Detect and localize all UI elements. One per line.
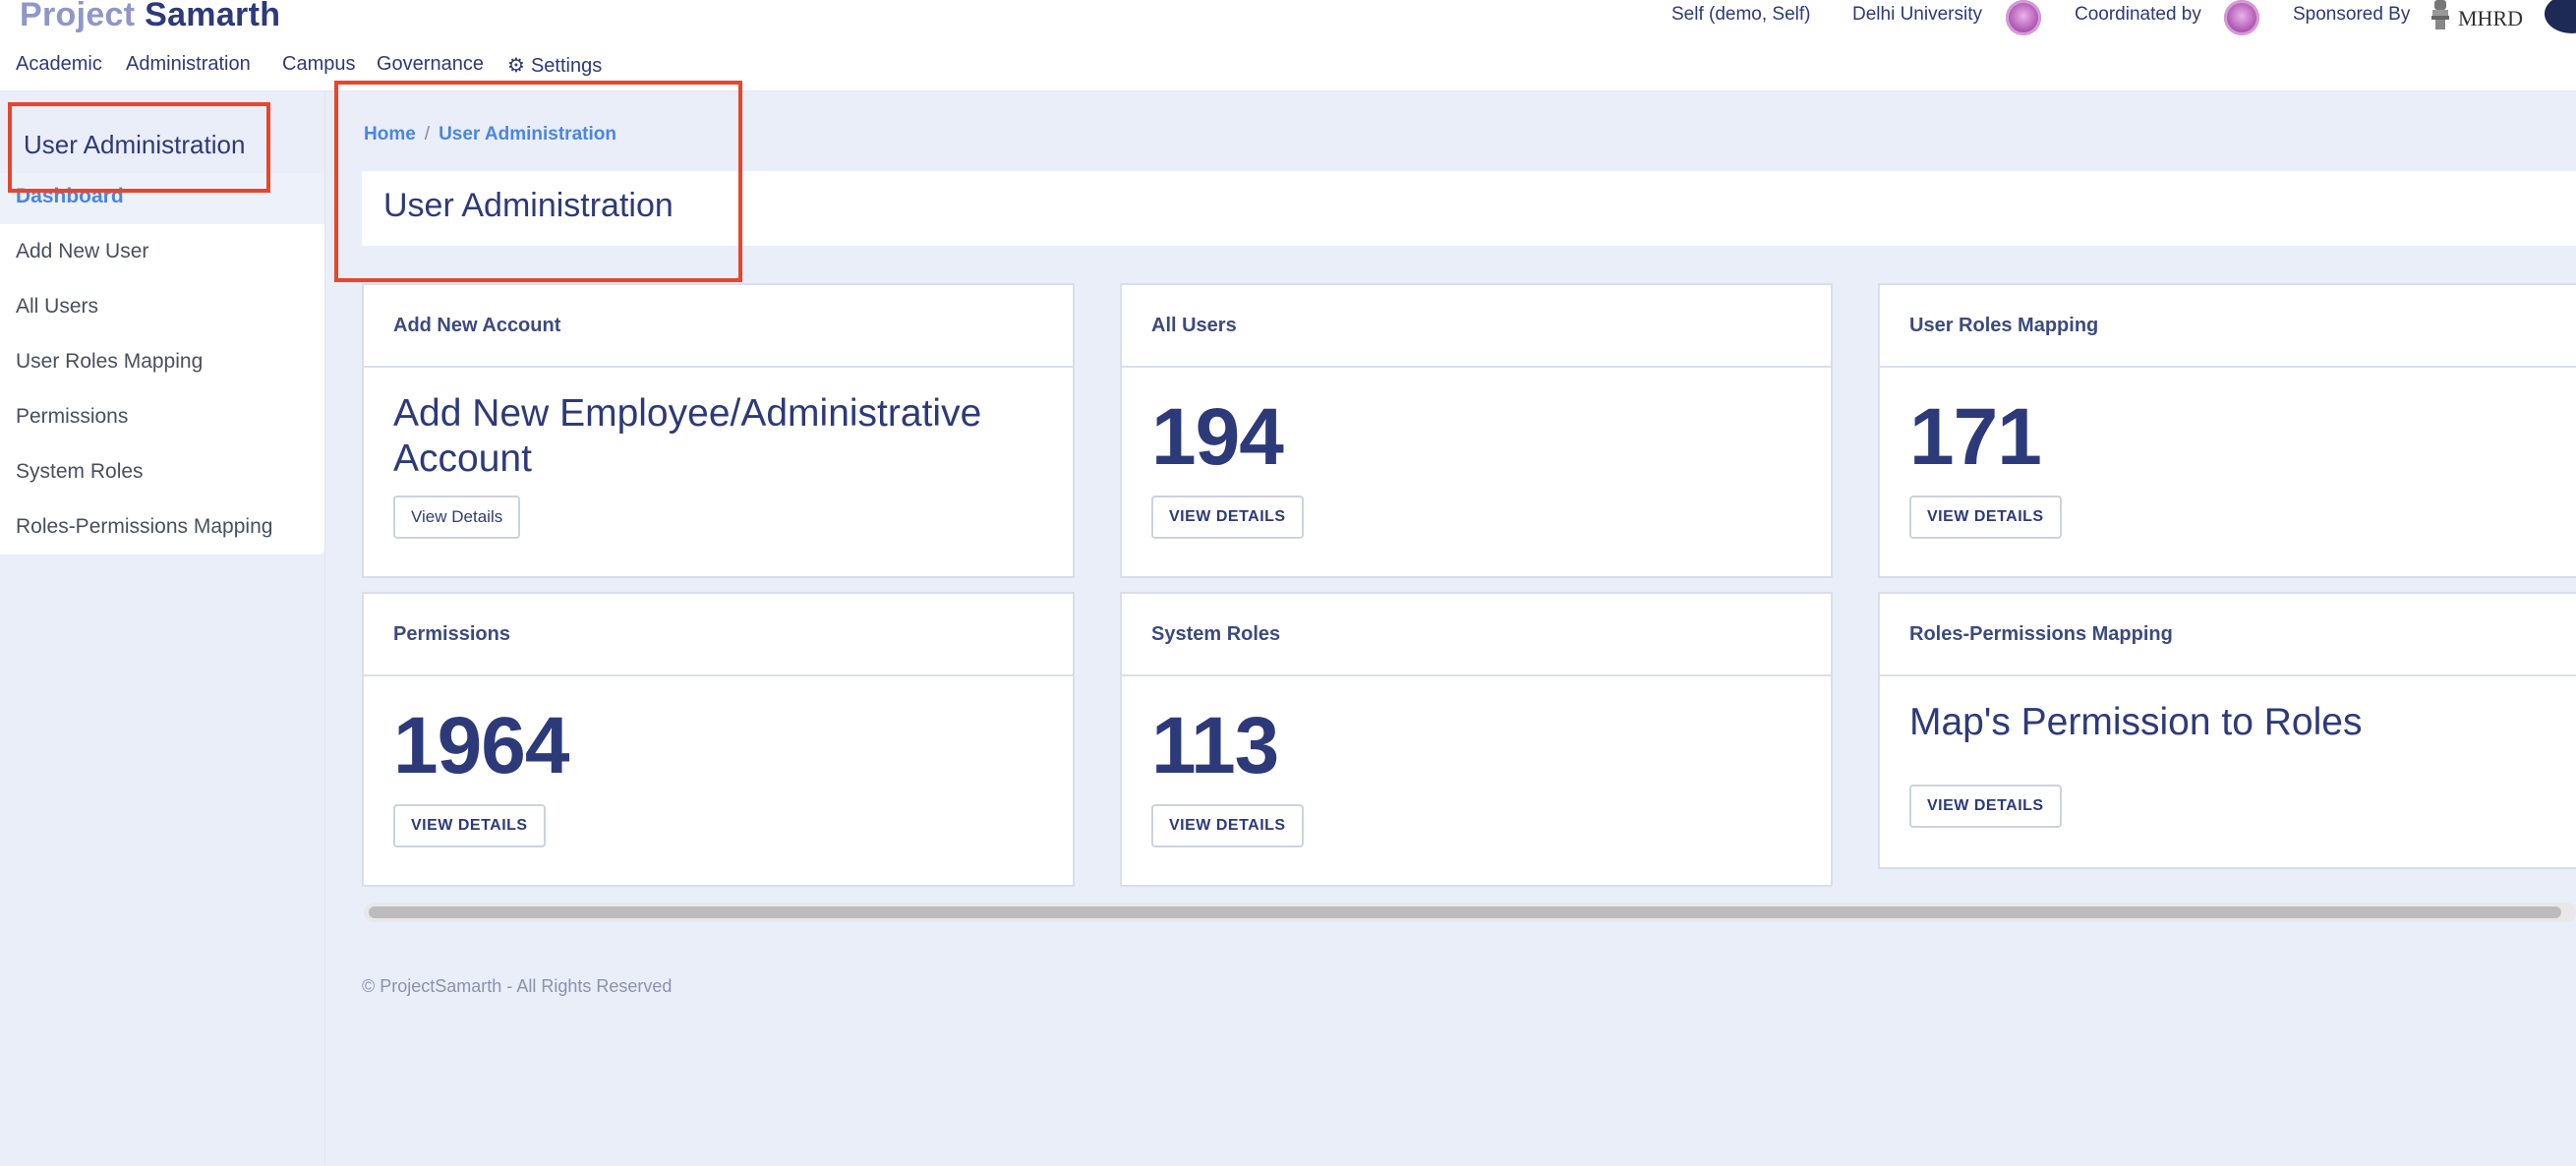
card-add-new-account: Add New Account Add New Employee/Adminis…	[362, 283, 1075, 578]
card-header: System Roles	[1122, 594, 1831, 676]
card-header-label: Add New Account	[393, 315, 561, 336]
user-avatar[interactable]	[2545, 0, 2576, 33]
view-details-button[interactable]: VIEW DETAILS	[1909, 785, 2062, 828]
card-header: Add New Account	[364, 285, 1073, 368]
view-details-button[interactable]: VIEW DETAILS	[1151, 496, 1304, 539]
breadcrumb-home[interactable]: Home	[364, 124, 416, 145]
card-header-label: Roles-Permissions Mapping	[1909, 623, 2173, 645]
national-emblem-icon	[2431, 0, 2449, 29]
card-description: Map's Permission to Roles	[1909, 701, 2363, 743]
card-header-label: Permissions	[393, 623, 510, 645]
card-count: 113	[1151, 701, 1279, 790]
nav-item-governance[interactable]: Governance	[377, 53, 484, 76]
sponsored-by-label: Sponsored By	[2293, 4, 2411, 25]
card-count: 171	[1909, 392, 2042, 482]
card-count: 194	[1151, 392, 1284, 482]
sidebar-title: User Administration	[24, 130, 246, 159]
sidebar-item-all-users[interactable]: All Users	[16, 295, 98, 319]
main-navigation: Academic Administration Campus Governanc…	[0, 43, 2576, 91]
brand-logo[interactable]: Project Samarth	[20, 0, 280, 34]
page-title: User Administration	[383, 187, 673, 224]
card-header: Roles-Permissions Mapping	[1880, 594, 2576, 676]
brand-part-1: Project	[20, 0, 136, 33]
breadcrumb-separator: /	[424, 124, 431, 145]
card-header-label: System Roles	[1151, 623, 1281, 645]
university-seal-icon	[2006, 0, 2041, 35]
card-roles-permissions-mapping: Roles-Permissions Mapping Map's Permissi…	[1878, 592, 2576, 869]
card-all-users: All Users 194 VIEW DETAILS	[1120, 283, 1833, 578]
university-name: Delhi University	[1852, 4, 1982, 25]
nav-item-campus[interactable]: Campus	[282, 53, 355, 76]
nav-item-administration[interactable]: Administration	[126, 53, 251, 76]
top-header: Project Samarth Self (demo, Self) Delhi …	[0, 0, 2576, 44]
breadcrumb: Home / User Administration	[364, 124, 616, 146]
card-header: All Users	[1122, 285, 1831, 368]
card-header-label: User Roles Mapping	[1909, 315, 2099, 336]
sidebar-item-permissions[interactable]: Permissions	[16, 405, 128, 429]
sidebar-item-add-new-user[interactable]: Add New User	[16, 240, 148, 263]
sidebar-item-user-roles-mapping[interactable]: User Roles Mapping	[16, 350, 203, 374]
view-details-button[interactable]: VIEW DETAILS	[1909, 496, 2062, 539]
coordinated-by-label: Coordinated by	[2075, 4, 2201, 25]
footer-copyright: © ProjectSamarth - All Rights Reserved	[362, 976, 673, 996]
card-count: 1964	[393, 701, 569, 790]
sidebar-item-roles-permissions-mapping[interactable]: Roles-Permissions Mapping	[16, 515, 272, 539]
coordinator-seal-icon	[2224, 0, 2259, 35]
card-system-roles: System Roles 113 VIEW DETAILS	[1120, 592, 1833, 887]
gear-icon: ⚙	[507, 55, 525, 77]
card-header: Permissions	[364, 594, 1073, 676]
nav-item-academic[interactable]: Academic	[16, 53, 102, 76]
sidebar-item-dashboard[interactable]: Dashboard	[16, 185, 124, 208]
card-user-roles-mapping: User Roles Mapping 171 VIEW DETAILS	[1878, 283, 2576, 578]
user-menu[interactable]: Self (demo, Self)	[1671, 4, 1811, 26]
card-permissions: Permissions 1964 VIEW DETAILS	[362, 592, 1075, 887]
brand-part-2: Samarth	[145, 0, 281, 33]
sidebar-item-system-roles[interactable]: System Roles	[16, 460, 144, 484]
scrollbar-thumb[interactable]	[369, 906, 2561, 918]
view-details-button[interactable]: VIEW DETAILS	[1151, 804, 1304, 847]
nav-item-settings-label: Settings	[530, 55, 603, 77]
card-header-label: All Users	[1151, 315, 1237, 336]
horizontal-scrollbar[interactable]	[364, 903, 2576, 922]
card-description: Add New Employee/Administrative Account	[393, 392, 982, 480]
view-details-button[interactable]: VIEW DETAILS	[393, 804, 546, 847]
view-details-button[interactable]: View Details	[393, 496, 521, 539]
card-header: User Roles Mapping	[1880, 285, 2576, 368]
sponsor-logo-text: MHRD	[2458, 6, 2524, 30]
nav-item-settings[interactable]: ⚙ Settings	[507, 53, 602, 78]
page-title-bar: User Administration	[362, 171, 2576, 246]
breadcrumb-current[interactable]: User Administration	[439, 124, 616, 145]
